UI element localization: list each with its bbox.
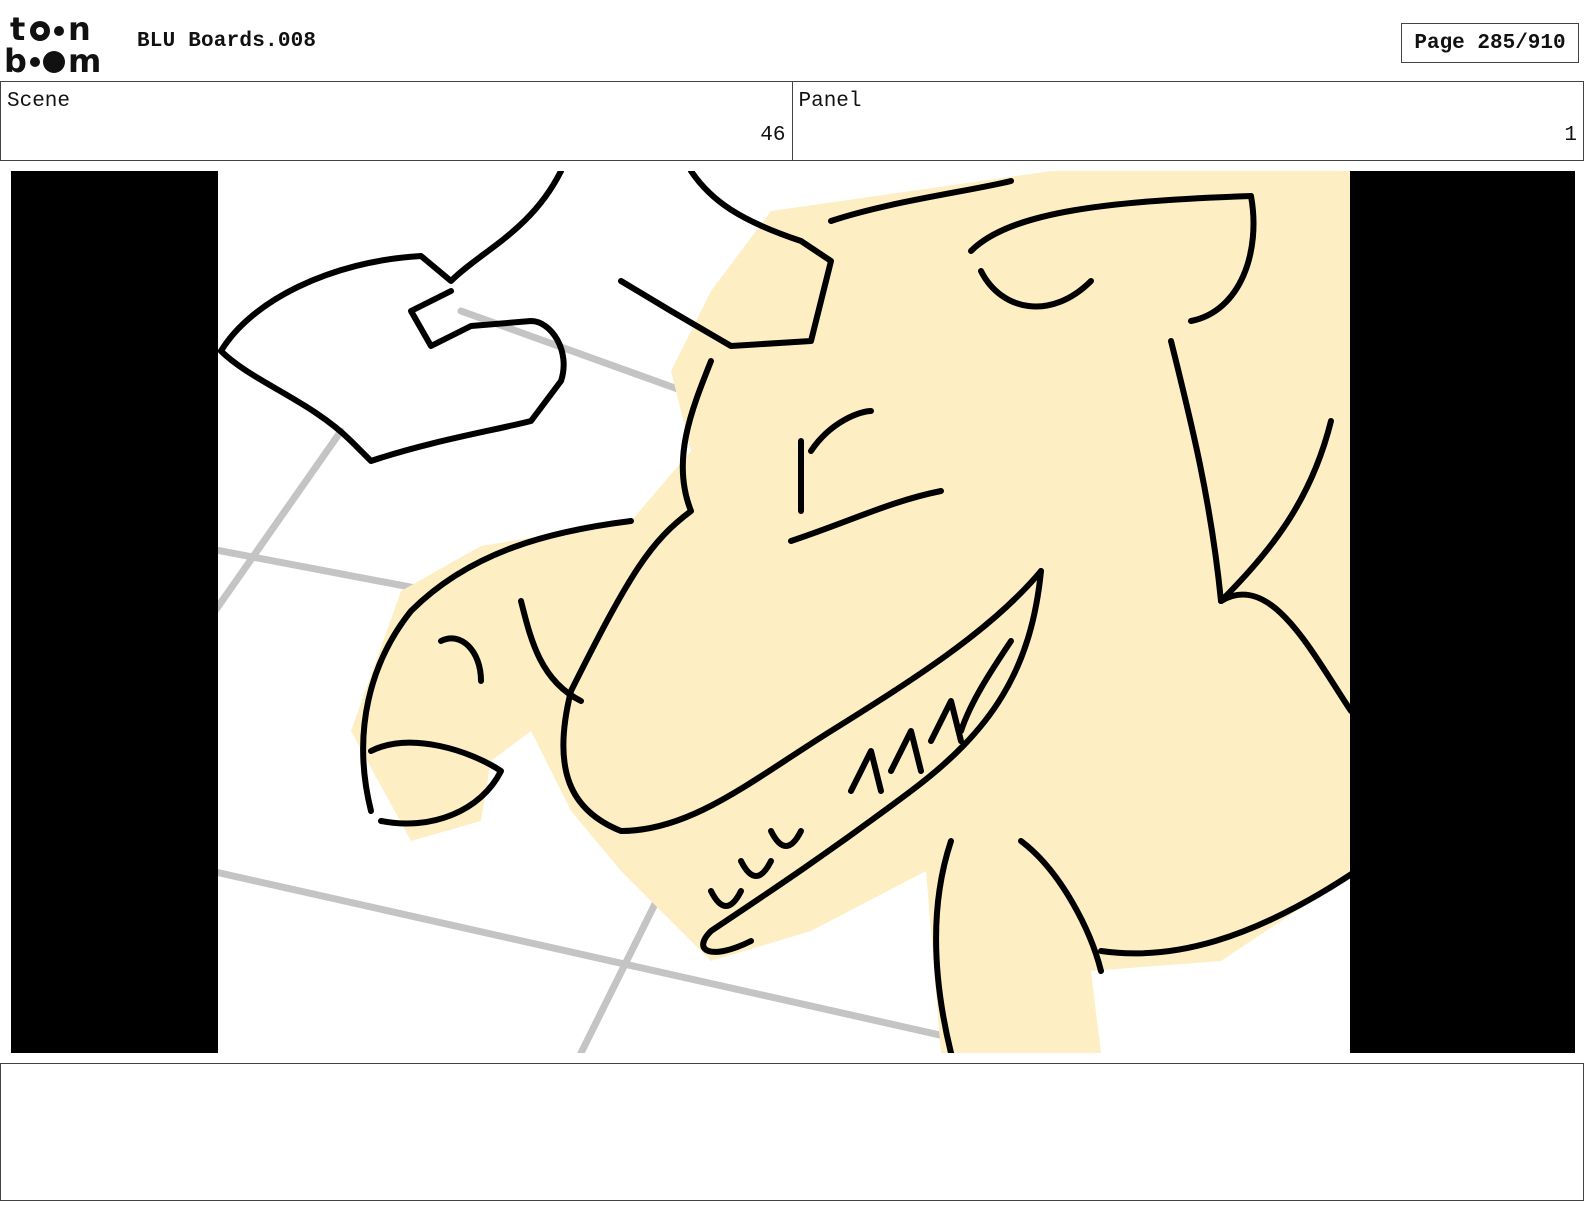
scene-cell: Scene 46 [1, 82, 792, 160]
panel-label: Panel [798, 90, 862, 113]
storyboard-sketch [11, 171, 1575, 1053]
page-indicator-text: Page 285/910 [1414, 31, 1566, 55]
document-title: BLU Boards.008 [137, 30, 317, 53]
scene-panel-info-row: Scene 46 Panel 1 [0, 81, 1584, 161]
scene-number: 46 [760, 124, 786, 147]
scene-label: Scene [7, 90, 71, 113]
notes-box[interactable] [0, 1063, 1584, 1201]
letterbox-left [11, 171, 218, 1053]
svg-text:m: m [68, 42, 101, 76]
toon-boom-logo: t n b m [4, 12, 101, 76]
storyboard-panel [11, 171, 1575, 1053]
panel-number: 1 [1564, 124, 1577, 147]
panel-cell: Panel 1 [791, 82, 1584, 160]
page-indicator: Page 285/910 [1401, 23, 1579, 63]
letterbox-right [1350, 171, 1575, 1053]
svg-text:b: b [4, 42, 27, 76]
